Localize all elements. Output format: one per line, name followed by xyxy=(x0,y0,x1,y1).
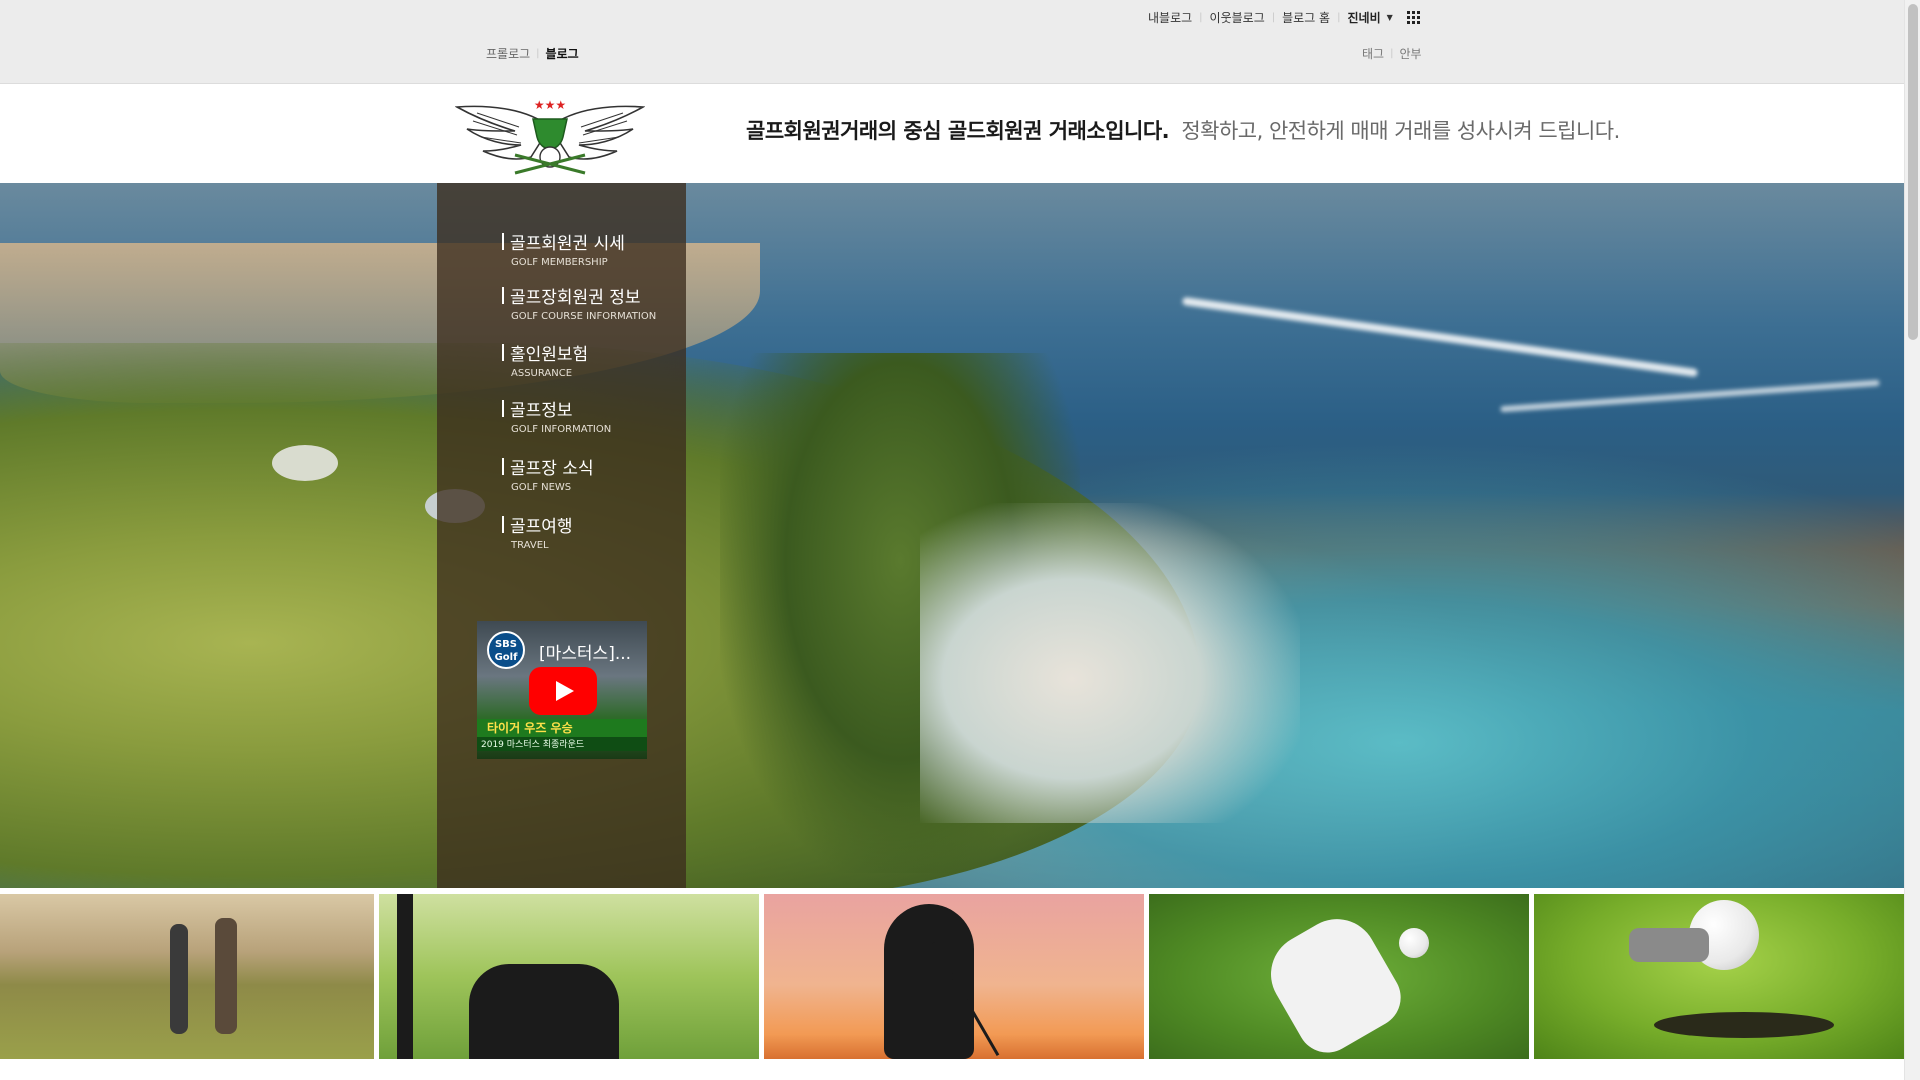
surf-wave xyxy=(1181,296,1699,378)
sand-bunker xyxy=(272,445,338,481)
menu-item-label: 홀인원보험 xyxy=(510,345,589,365)
menu-item-sublabel: TRAVEL xyxy=(511,540,549,551)
top-navigation-bar: 내블로그 | 이웃블로그 | 블로그 홈 | 진네비 ▼ 프롤로그 | 블로그 … xyxy=(0,0,1904,84)
tag-link[interactable]: 태그 xyxy=(1362,45,1384,62)
divider: | xyxy=(1337,12,1341,23)
menu-item-assurance[interactable]: 홀인원보험 ASSURANCE xyxy=(502,340,588,379)
scrollbar-thumb[interactable] xyxy=(1908,4,1918,340)
divider: | xyxy=(1199,12,1203,23)
divider: | xyxy=(1390,48,1394,59)
menu-bar-mark xyxy=(502,516,504,533)
blog-header: ★★★ 골프회원권거래의 중심 골드회원권 거래소입니다. 정확하고, 안전하게… xyxy=(0,85,1904,183)
menu-bar-mark xyxy=(502,458,504,475)
blog-page: 내블로그 | 이웃블로그 | 블로그 홈 | 진네비 ▼ 프롤로그 | 블로그 … xyxy=(0,0,1920,1080)
menu-item-label: 골프정보 xyxy=(510,401,573,421)
surf-wave xyxy=(1500,379,1880,413)
blog-home-link[interactable]: 블로그 홈 xyxy=(1282,9,1330,26)
global-nav: 내블로그 | 이웃블로그 | 블로그 홈 | 진네비 ▼ xyxy=(1148,9,1421,26)
photo-strip xyxy=(0,894,1906,1059)
video-caption: 2019 마스터스 최종라운드 xyxy=(477,737,647,751)
channel-avatar[interactable]: SBS Golf xyxy=(487,631,525,669)
photo-glove-and-ball[interactable] xyxy=(1149,894,1529,1059)
menu-item-golf-info[interactable]: 골프정보 GOLF INFORMATION xyxy=(502,396,611,435)
menu-item-label: 골프장 소식 xyxy=(510,459,594,479)
menu-item-course-info[interactable]: 골프장회원권 정보 GOLF COURSE INFORMATION xyxy=(502,283,656,322)
video-title[interactable]: [마스터스]... xyxy=(539,639,631,664)
photo-golf-bag[interactable] xyxy=(379,894,759,1059)
page-scrollbar[interactable] xyxy=(1904,0,1920,1080)
golf-ball xyxy=(1399,928,1429,958)
category-sidebar: 골프회원권 시세 GOLF MEMBERSHIP 골프장회원권 정보 GOLF … xyxy=(437,183,686,888)
golf-glove xyxy=(1256,904,1412,1059)
divider: | xyxy=(1271,12,1276,23)
menu-item-golf-news[interactable]: 골프장 소식 GOLF NEWS xyxy=(502,454,594,493)
apps-grid-icon[interactable] xyxy=(1406,10,1421,25)
golfer-silhouette xyxy=(884,904,974,1059)
golf-bag xyxy=(469,964,619,1059)
menu-item-sublabel: ASSURANCE xyxy=(511,368,573,379)
tagline-sub: 정확하고, 안전하게 매매 거래를 성사시켜 드립니다. xyxy=(1181,119,1620,143)
menu-bar-mark xyxy=(502,400,504,417)
putter-head xyxy=(1629,928,1709,962)
youtube-play-icon[interactable] xyxy=(529,667,597,715)
menu-item-label: 골프회원권 시세 xyxy=(510,234,625,254)
menu-item-label: 골프장회원권 정보 xyxy=(510,288,641,308)
svg-text:★★★: ★★★ xyxy=(534,98,566,112)
header-tagline: 골프회원권거래의 중심 골드회원권 거래소입니다. 정확하고, 안전하게 매매 … xyxy=(746,115,1620,145)
menu-bar-mark xyxy=(502,344,504,361)
video-caption: 타이거 우즈 우승 xyxy=(477,719,647,737)
youtube-video-embed[interactable]: SBS Golf [마스터스]... 타이거 우즈 우승 2019 마스터스 최… xyxy=(477,621,647,759)
logo-emblem[interactable]: ★★★ xyxy=(455,97,645,179)
photo-golf-couple[interactable] xyxy=(0,894,374,1059)
golf-hole xyxy=(1654,1012,1834,1038)
menu-item-sublabel: GOLF COURSE INFORMATION xyxy=(511,311,657,322)
user-name-menu[interactable]: 진네비 xyxy=(1347,9,1380,26)
blog-subnav: 프롤로그 | 블로그 xyxy=(486,45,579,62)
menu-item-label: 골프여행 xyxy=(510,517,573,537)
hero-aerial-image xyxy=(0,183,1904,888)
caret-down-icon[interactable]: ▼ xyxy=(1387,13,1393,22)
golfer-figure xyxy=(170,924,188,1034)
neighbor-blog-link[interactable]: 이웃블로그 xyxy=(1210,9,1265,26)
blog-subnav-right: 태그 | 안부 xyxy=(1362,45,1422,62)
menu-bar-mark xyxy=(502,233,504,250)
menu-item-golf-membership[interactable]: 골프회원권 시세 GOLF MEMBERSHIP xyxy=(502,229,625,268)
prologue-tab[interactable]: 프롤로그 xyxy=(486,45,530,62)
menu-item-sublabel: GOLF INFORMATION xyxy=(511,424,612,435)
golfer-figure xyxy=(215,918,237,1034)
menu-item-sublabel: GOLF NEWS xyxy=(511,482,572,493)
photo-putter-and-ball[interactable] xyxy=(1534,894,1906,1059)
menu-item-travel[interactable]: 골프여행 TRAVEL xyxy=(502,512,573,551)
my-blog-link[interactable]: 내블로그 xyxy=(1148,9,1192,26)
menu-item-sublabel: GOLF MEMBERSHIP xyxy=(511,257,608,268)
blog-tab[interactable]: 블로그 xyxy=(546,45,579,62)
menu-bar-mark xyxy=(502,287,504,304)
guestbook-link[interactable]: 안부 xyxy=(1399,45,1421,62)
cart-pole xyxy=(397,894,413,1059)
sand-beach xyxy=(920,503,1300,823)
tagline-main: 골프회원권거래의 중심 골드회원권 거래소입니다. xyxy=(746,119,1170,143)
photo-golfer-silhouette[interactable] xyxy=(764,894,1144,1059)
divider: | xyxy=(536,48,540,59)
